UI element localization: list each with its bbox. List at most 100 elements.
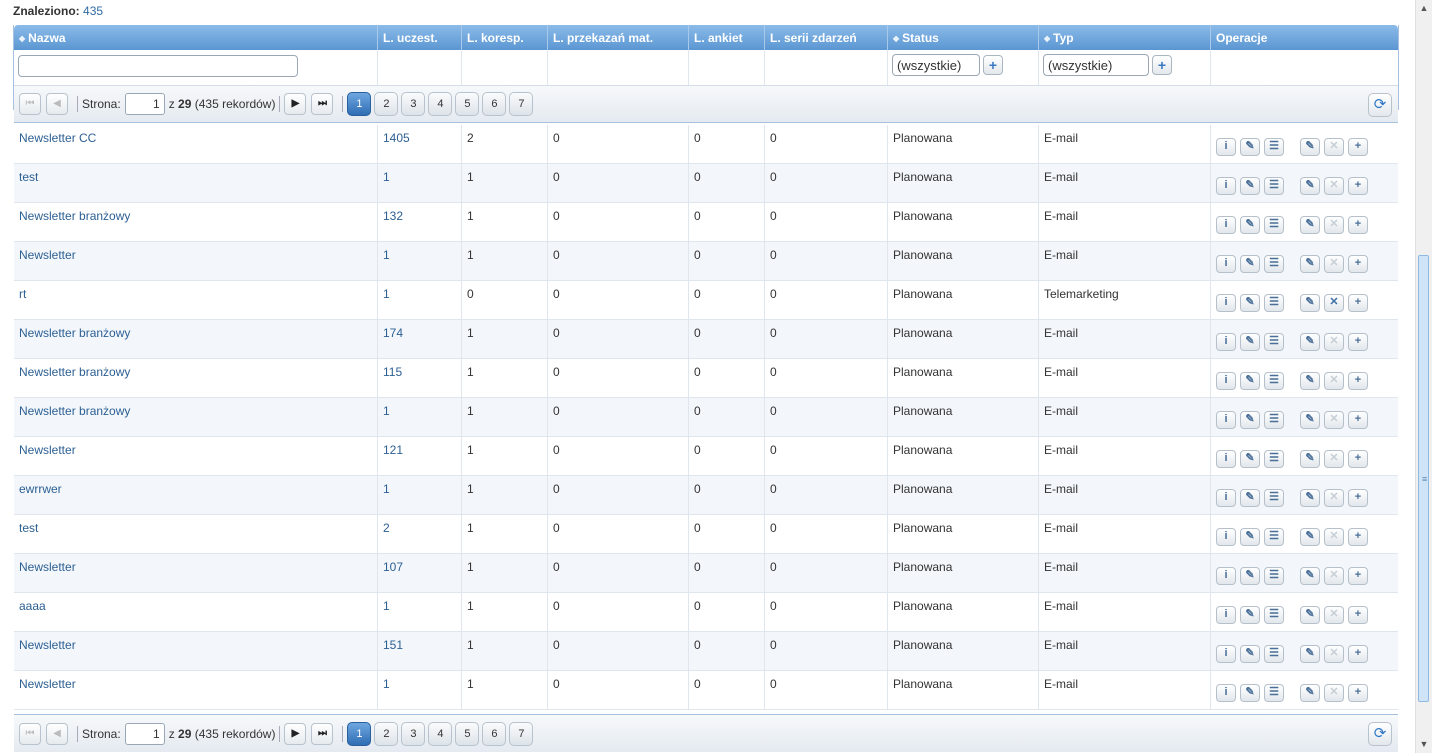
pencil-icon[interactable]: ✎: [1240, 293, 1260, 312]
cell-name[interactable]: rt: [14, 281, 378, 319]
list-icon[interactable]: ☰: [1264, 332, 1284, 351]
cell-name[interactable]: Newsletter: [14, 632, 378, 670]
cell-participants[interactable]: 132: [378, 203, 462, 241]
info-icon[interactable]: i: [1216, 527, 1236, 546]
plus-icon[interactable]: +: [1348, 371, 1368, 390]
pencil-icon[interactable]: ✎: [1300, 137, 1320, 156]
plus-icon[interactable]: +: [1348, 332, 1368, 351]
last-page-icon[interactable]: ⏭: [311, 93, 334, 115]
page-button-5[interactable]: 5: [455, 92, 480, 116]
delete-icon[interactable]: ✕: [1324, 137, 1344, 156]
cell-name[interactable]: Newsletter branżowy: [14, 359, 378, 397]
scroll-up-icon[interactable]: ▲: [1416, 0, 1432, 17]
type-filter-select[interactable]: (wszystkie): [1043, 54, 1149, 76]
column-header-surveys[interactable]: L. ankiet: [689, 25, 765, 50]
cell-participants[interactable]: 174: [378, 320, 462, 358]
pencil-icon[interactable]: ✎: [1240, 410, 1260, 429]
column-header-type[interactable]: ◆ Typ: [1039, 25, 1211, 50]
list-icon[interactable]: ☰: [1264, 293, 1284, 312]
cell-name[interactable]: ewrrwer: [14, 476, 378, 514]
list-icon[interactable]: ☰: [1264, 254, 1284, 273]
info-icon[interactable]: i: [1216, 566, 1236, 585]
cell-name[interactable]: Newsletter branżowy: [14, 320, 378, 358]
list-icon[interactable]: ☰: [1264, 644, 1284, 663]
list-icon[interactable]: ☰: [1264, 605, 1284, 624]
refresh-icon[interactable]: ⟳: [1368, 93, 1392, 117]
cell-participants[interactable]: 121: [378, 437, 462, 475]
info-icon[interactable]: i: [1216, 683, 1236, 702]
pencil-icon[interactable]: ✎: [1300, 566, 1320, 585]
list-icon[interactable]: ☰: [1264, 410, 1284, 429]
page-button-6[interactable]: 6: [482, 92, 507, 116]
cell-participants[interactable]: 1: [378, 398, 462, 436]
page-button-1[interactable]: 1: [347, 721, 372, 746]
last-page-icon[interactable]: ⏭: [311, 722, 334, 745]
scroll-down-icon[interactable]: ▼: [1416, 736, 1432, 753]
page-button-3[interactable]: 3: [401, 92, 426, 116]
delete-icon[interactable]: ✕: [1324, 215, 1344, 234]
pencil-icon[interactable]: ✎: [1300, 176, 1320, 195]
pencil-icon[interactable]: ✎: [1240, 527, 1260, 546]
page-button-5[interactable]: 5: [455, 721, 480, 746]
page-button-1[interactable]: 1: [347, 92, 372, 116]
delete-icon[interactable]: ✕: [1324, 566, 1344, 585]
list-icon[interactable]: ☰: [1264, 176, 1284, 195]
prev-page-icon[interactable]: ◀: [46, 722, 68, 745]
column-header-participants[interactable]: L. uczest.: [378, 25, 462, 50]
cell-participants[interactable]: 1: [378, 281, 462, 319]
pencil-icon[interactable]: ✎: [1240, 254, 1260, 273]
pencil-icon[interactable]: ✎: [1300, 488, 1320, 507]
cell-name[interactable]: Newsletter branżowy: [14, 398, 378, 436]
info-icon[interactable]: i: [1216, 332, 1236, 351]
delete-icon[interactable]: ✕: [1324, 176, 1344, 195]
pencil-icon[interactable]: ✎: [1300, 293, 1320, 312]
info-icon[interactable]: i: [1216, 371, 1236, 390]
info-icon[interactable]: i: [1216, 488, 1236, 507]
column-header-materials[interactable]: L. przekazań mat.: [548, 25, 689, 50]
list-icon[interactable]: ☰: [1264, 566, 1284, 585]
cell-name[interactable]: test: [14, 515, 378, 553]
info-icon[interactable]: i: [1216, 176, 1236, 195]
pencil-icon[interactable]: ✎: [1240, 332, 1260, 351]
page-button-2[interactable]: 2: [374, 92, 399, 116]
cell-name[interactable]: Newsletter branżowy: [14, 203, 378, 241]
page-button-4[interactable]: 4: [428, 92, 453, 116]
pencil-icon[interactable]: ✎: [1300, 215, 1320, 234]
cell-participants[interactable]: 1: [378, 242, 462, 280]
cell-name[interactable]: aaaa: [14, 593, 378, 631]
name-filter-input[interactable]: [18, 55, 298, 77]
pencil-icon[interactable]: ✎: [1300, 683, 1320, 702]
next-page-icon[interactable]: ▶: [284, 93, 307, 115]
cell-participants[interactable]: 107: [378, 554, 462, 592]
delete-icon[interactable]: ✕: [1324, 410, 1344, 429]
plus-icon[interactable]: +: [1348, 488, 1368, 507]
pencil-icon[interactable]: ✎: [1240, 644, 1260, 663]
cell-participants[interactable]: 1: [378, 671, 462, 709]
list-icon[interactable]: ☰: [1264, 449, 1284, 468]
pencil-icon[interactable]: ✎: [1300, 410, 1320, 429]
list-icon[interactable]: ☰: [1264, 371, 1284, 390]
cell-name[interactable]: Newsletter: [14, 437, 378, 475]
plus-icon[interactable]: +: [1348, 644, 1368, 663]
cell-name[interactable]: Newsletter: [14, 671, 378, 709]
delete-icon[interactable]: ✕: [1324, 332, 1344, 351]
list-icon[interactable]: ☰: [1264, 488, 1284, 507]
column-header-correspondence[interactable]: L. koresp.: [462, 25, 548, 50]
cell-participants[interactable]: 1405: [378, 125, 462, 163]
list-icon[interactable]: ☰: [1264, 215, 1284, 234]
info-icon[interactable]: i: [1216, 644, 1236, 663]
info-icon[interactable]: i: [1216, 410, 1236, 429]
info-icon[interactable]: i: [1216, 605, 1236, 624]
delete-icon[interactable]: ✕: [1324, 371, 1344, 390]
cell-participants[interactable]: 2: [378, 515, 462, 553]
cell-participants[interactable]: 151: [378, 632, 462, 670]
cell-participants[interactable]: 115: [378, 359, 462, 397]
page-button-4[interactable]: 4: [428, 721, 453, 746]
pencil-icon[interactable]: ✎: [1300, 644, 1320, 663]
status-filter-add-button[interactable]: +: [983, 55, 1003, 75]
pencil-icon[interactable]: ✎: [1240, 683, 1260, 702]
list-icon[interactable]: ☰: [1264, 527, 1284, 546]
page-button-6[interactable]: 6: [482, 721, 507, 746]
first-page-icon[interactable]: ⏮: [19, 93, 41, 115]
pencil-icon[interactable]: ✎: [1240, 488, 1260, 507]
